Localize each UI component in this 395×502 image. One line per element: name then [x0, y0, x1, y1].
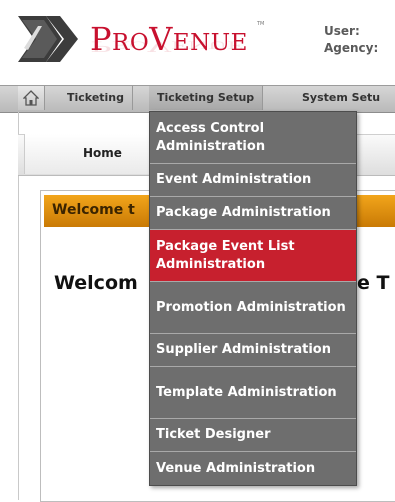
tab-home[interactable]: Home: [24, 134, 164, 174]
menu-item-package-event-list-administration[interactable]: Package Event List Administration: [150, 230, 356, 282]
trademark-mark: TM: [257, 21, 265, 27]
welcome-heading-left: Welcom: [54, 272, 138, 294]
ticketing-setup-dropdown: Access Control Administration Event Admi…: [149, 111, 357, 486]
tab-home-label: Home: [83, 146, 122, 160]
menu-item-package-administration[interactable]: Package Administration: [150, 197, 356, 230]
agency-label: Agency:: [324, 41, 379, 55]
provenue-logo-icon: [16, 14, 80, 64]
welcome-bar-text: Welcome t: [52, 202, 135, 218]
menu-item-ticket-designer[interactable]: Ticket Designer: [150, 419, 356, 452]
home-icon: [23, 90, 39, 106]
menu-item-supplier-administration[interactable]: Supplier Administration: [150, 334, 356, 367]
nav-home-button[interactable]: [18, 86, 45, 110]
menu-item-venue-administration[interactable]: Venue Administration: [150, 452, 356, 485]
brand-name-reflection: PROVENUE: [90, 37, 244, 55]
menu-item-promotion-administration[interactable]: Promotion Administration: [150, 282, 356, 334]
menu-item-access-control-administration[interactable]: Access Control Administration: [150, 112, 356, 164]
user-label: User:: [324, 24, 360, 38]
nav-system-setup[interactable]: System Setu: [294, 86, 388, 110]
menu-item-template-administration[interactable]: Template Administration: [150, 367, 356, 419]
nav-ticketing[interactable]: Ticketing: [59, 86, 134, 110]
menu-item-event-administration[interactable]: Event Administration: [150, 164, 356, 197]
nav-ticketing-setup[interactable]: Ticketing Setup: [149, 86, 264, 110]
welcome-heading-right: e T: [357, 272, 390, 294]
